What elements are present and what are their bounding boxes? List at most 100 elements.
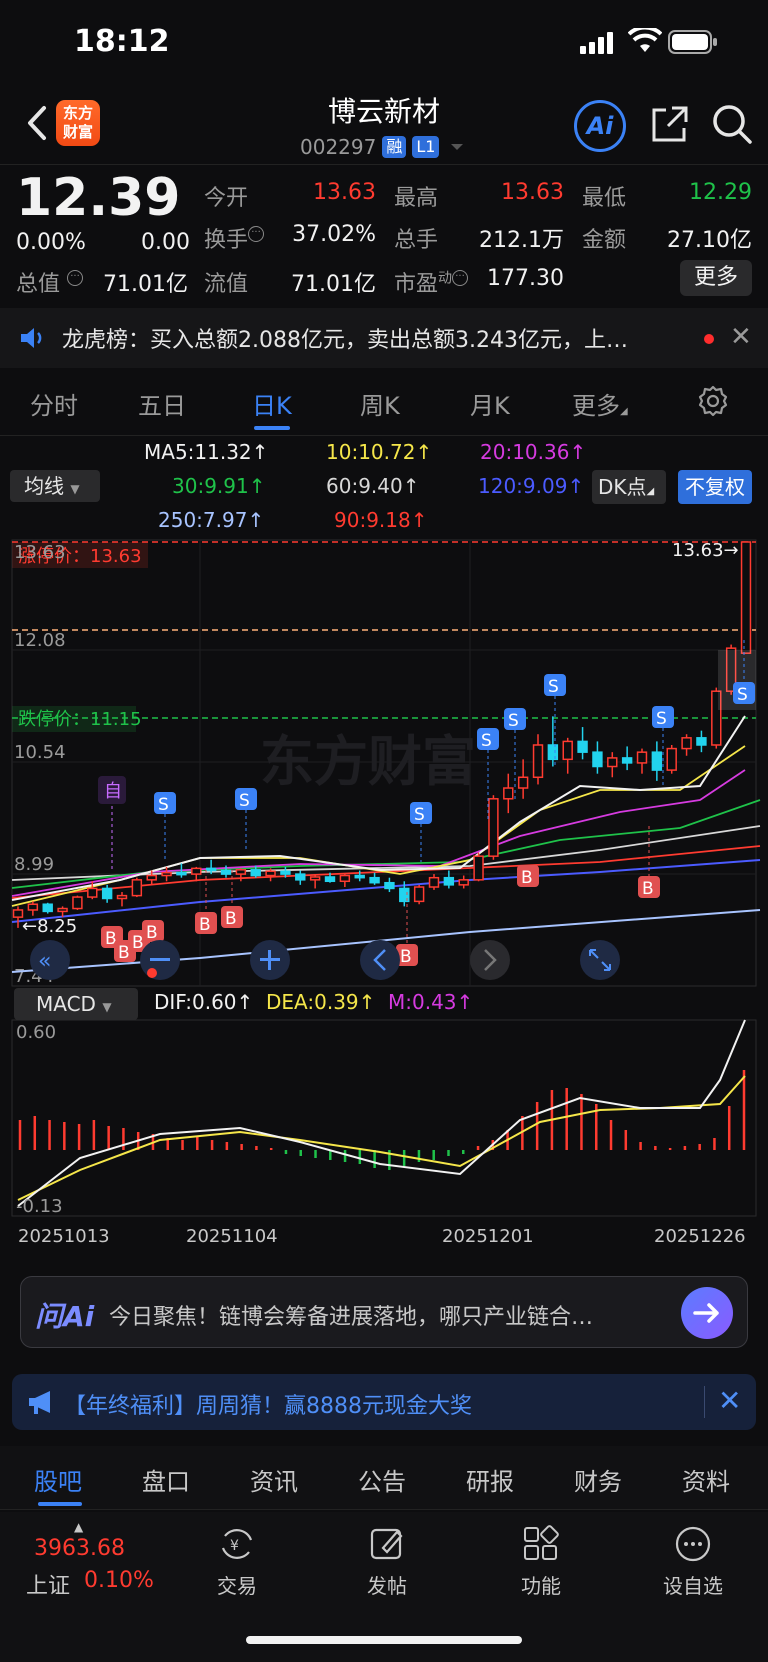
buy-marker[interactable]: B (517, 865, 539, 888)
tab-daily-k[interactable]: 日K (252, 386, 292, 421)
ai-assistant-button[interactable]: Ai (574, 100, 626, 152)
index-value[interactable]: 3963.68 (34, 1536, 125, 1561)
header-divider (0, 164, 768, 165)
kline-chart[interactable]: 东方财富 涨停价：13.63 跌停价：11.15 13.63 12.08 10.… (0, 536, 768, 1256)
ma5-value: MA5:11.32↑ (144, 440, 269, 464)
level-tag: L1 (412, 136, 440, 158)
tab-weekly-k[interactable]: 周K (360, 386, 400, 421)
x-label-4: 20251226 (654, 1226, 746, 1247)
grid-icon (524, 1525, 559, 1560)
tab-five-day[interactable]: 五日 (138, 386, 186, 421)
tab-news[interactable]: 资讯 (250, 1462, 298, 1497)
functions-button[interactable]: 功能 (496, 1520, 586, 1599)
zoom-in-icon[interactable] (250, 940, 290, 980)
trade-button[interactable]: ¥ 交易 (192, 1520, 282, 1599)
sell-marker-text: S (239, 791, 250, 811)
sell-marker[interactable]: S (154, 792, 176, 862)
candle-body (636, 751, 648, 764)
adjust-price-button[interactable]: 不复权 (678, 470, 752, 504)
candle (651, 741, 663, 781)
sell-marker[interactable]: S (235, 788, 257, 852)
ma-selector-label: 均线 (24, 474, 64, 498)
candle (473, 852, 484, 882)
buy-marker-text: B (118, 943, 130, 963)
status-time: 18:12 (74, 24, 170, 59)
index-name[interactable]: 上证 (26, 1568, 70, 1600)
watermark: 东方财富 (260, 730, 476, 793)
zoom-out-icon[interactable] (140, 940, 180, 980)
buy-marker[interactable]: B (142, 920, 164, 943)
promo-banner[interactable]: 【年终福利】周周猜！赢8888元现金大奖 ✕ (12, 1374, 756, 1430)
stock-code-row[interactable]: 002297 融 L1 (300, 134, 465, 160)
ai-question-bar[interactable]: 问Ai 今日聚焦！链博会筹备进展落地，哪只产业链合… (20, 1276, 748, 1348)
add-watchlist-button[interactable]: 设自选 (648, 1520, 738, 1599)
change-amount: 0.00 (141, 230, 190, 255)
tab-monthly-k[interactable]: 月K (470, 386, 510, 421)
tab-more[interactable]: 更多◢ (572, 386, 628, 421)
info-icon[interactable]: ··· (248, 226, 265, 242)
candle-body (413, 886, 425, 903)
rewind-icon[interactable]: « (30, 940, 70, 980)
close-icon[interactable]: ✕ (730, 322, 752, 352)
buy-marker-text: B (225, 909, 237, 929)
dea-value: DEA:0.39↑ (266, 990, 376, 1014)
candle-body (740, 541, 752, 654)
candle-body (428, 876, 440, 888)
more-quote-button[interactable]: 更多 (680, 260, 752, 296)
tab-announcements[interactable]: 公告 (358, 1462, 406, 1497)
candle-body (547, 744, 559, 761)
search-icon[interactable] (710, 102, 754, 146)
active-tab-indicator (38, 1502, 82, 1506)
tab-financials[interactable]: 财务 (574, 1462, 622, 1497)
candle-body (666, 747, 677, 771)
tab-order-book[interactable]: 盘口 (142, 1462, 190, 1497)
fullscreen-icon[interactable] (580, 940, 620, 980)
tab-intraday[interactable]: 分时 (30, 386, 78, 421)
sell-marker[interactable]: S (652, 706, 674, 786)
candle-body (458, 879, 469, 886)
close-icon[interactable]: ✕ (718, 1384, 741, 1417)
buy-marker-text: B (132, 933, 144, 953)
candle-body (354, 874, 365, 879)
share-icon[interactable] (650, 104, 690, 144)
arrow-right-icon (693, 1303, 719, 1323)
candle (577, 727, 588, 760)
tab-profile[interactable]: 资料 (682, 1462, 730, 1497)
tab-research[interactable]: 研报 (466, 1462, 514, 1497)
candle-body (87, 887, 98, 898)
buy-marker[interactable]: B (638, 826, 660, 899)
macd-selector[interactable]: MACD ▼ (14, 988, 138, 1020)
more-dots-icon (675, 1526, 711, 1562)
caret-up-icon: ▲ (74, 1520, 84, 1534)
buy-marker-text: B (642, 879, 654, 899)
candle-body (235, 869, 247, 875)
tab-forum[interactable]: 股吧 (34, 1462, 82, 1497)
dif-line (17, 1019, 746, 1207)
promo-divider (704, 1386, 705, 1418)
dk-points-button[interactable]: DK点◢ (592, 470, 666, 504)
gear-icon[interactable] (696, 384, 730, 418)
sell-marker-text: S (737, 685, 748, 705)
info-icon[interactable]: ··· (67, 270, 84, 286)
macd-selector-label: MACD (36, 992, 96, 1016)
current-position-dot (147, 968, 157, 978)
pan-right-icon[interactable] (470, 940, 510, 980)
post-button[interactable]: 发帖 (342, 1520, 432, 1599)
info-icon[interactable]: ··· (452, 270, 469, 286)
news-ticker[interactable]: 龙虎榜：买入总额2.088亿元，卖出总额3.243亿元，上… ✕ (0, 308, 768, 368)
market-cap-label: 总值 ··· (16, 266, 84, 298)
ai-submit-button[interactable] (681, 1287, 733, 1339)
pan-left-icon[interactable] (360, 940, 400, 980)
pe-label: 市盈动 ··· (394, 266, 469, 298)
self-marker[interactable]: 自 (98, 776, 126, 870)
low-value: 12.29 (689, 180, 752, 205)
post-label: 发帖 (367, 1574, 407, 1598)
ma20-value: 20:10.36↑ (480, 440, 587, 464)
sell-marker[interactable]: S (410, 802, 432, 862)
svg-text:«: « (38, 949, 51, 974)
x-label-1: 20251013 (18, 1226, 110, 1247)
candle-body (621, 757, 633, 764)
dropdown-caret-icon: ▼ (102, 1000, 112, 1014)
ma-selector[interactable]: 均线 ▼ (10, 470, 100, 502)
candle-body (532, 744, 544, 779)
